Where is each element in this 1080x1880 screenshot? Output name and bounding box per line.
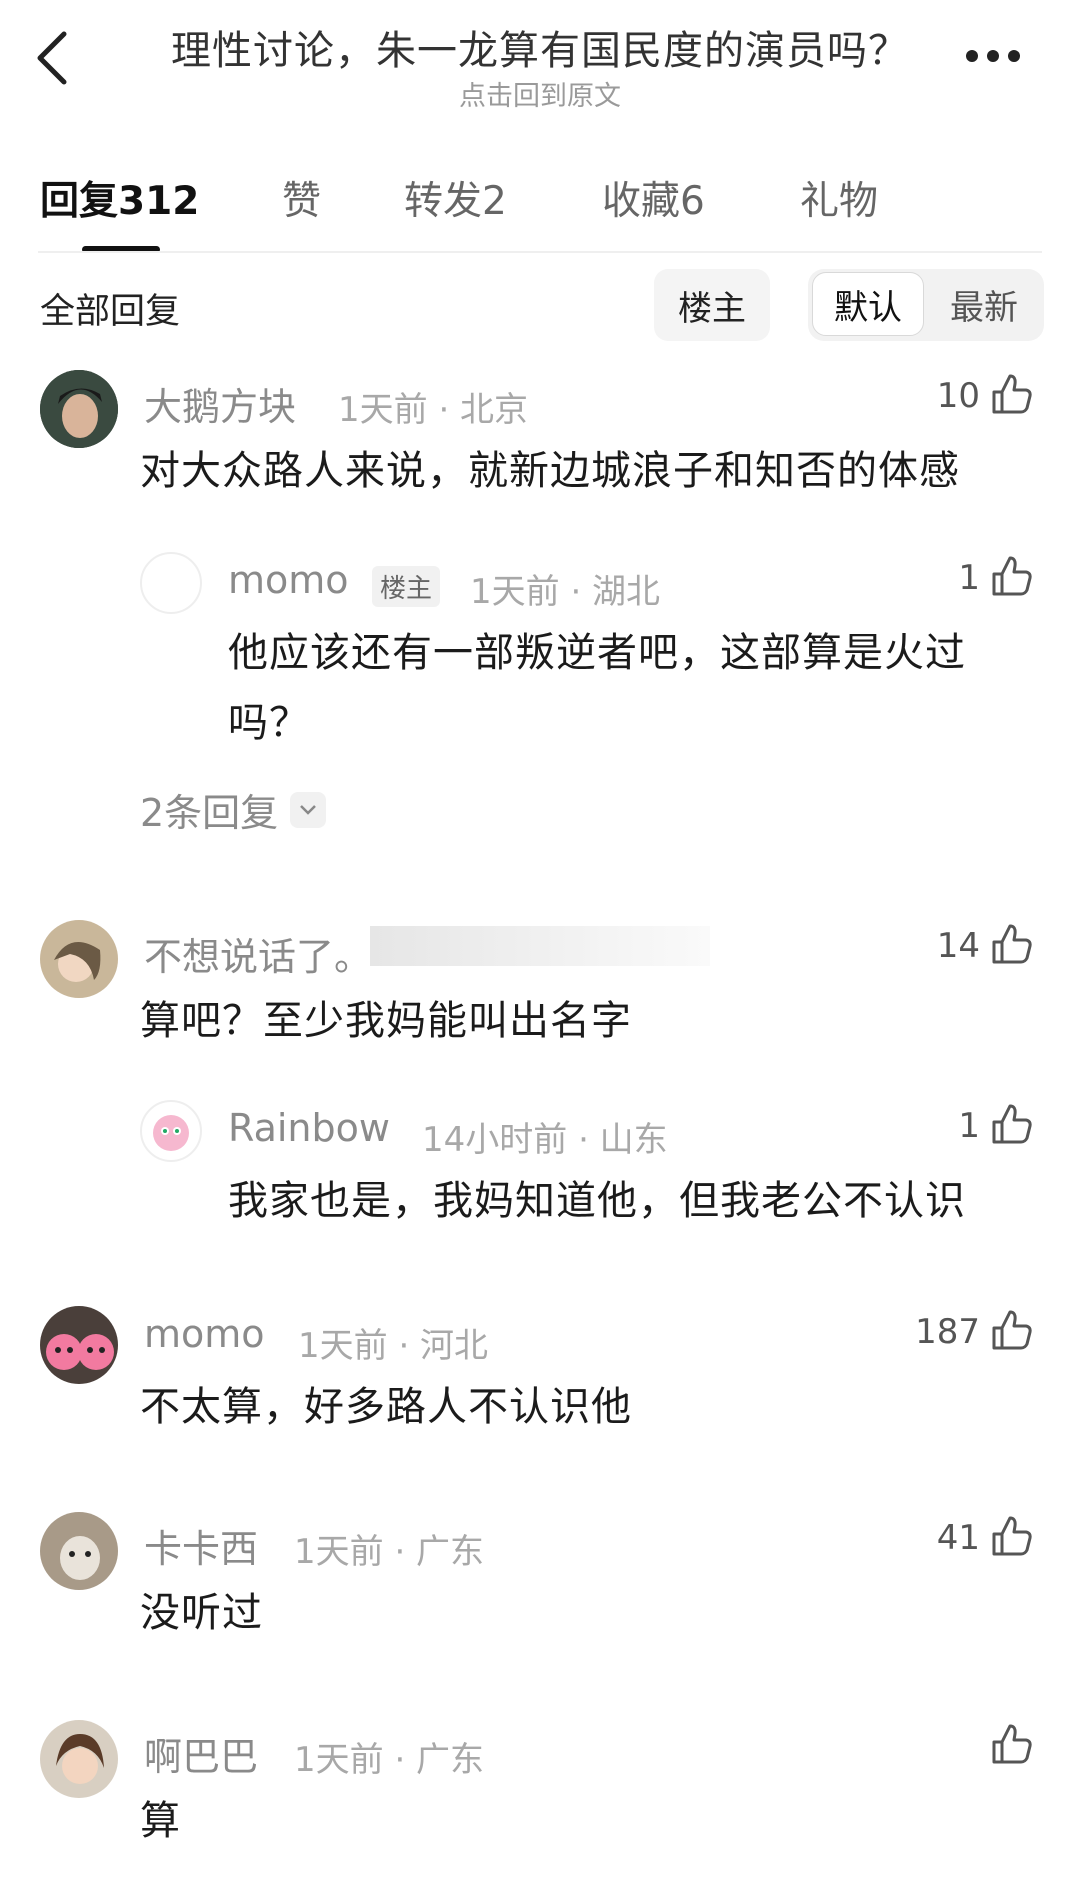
like-button[interactable] — [990, 1308, 1034, 1352]
tab-reposts[interactable]: 转发2 — [404, 170, 507, 226]
more-button[interactable] — [966, 50, 1026, 66]
like-count: 14 — [936, 926, 980, 966]
op-only-button[interactable]: 楼主 — [654, 269, 770, 341]
sort-latest-button[interactable]: 最新 — [928, 272, 1040, 336]
reply-meta: 14小时前 · 山东 — [422, 1120, 668, 1160]
reply-text: 他应该还有一部叛逆者吧，这部算是火过 — [228, 630, 966, 676]
thumbs-up-icon — [992, 924, 1032, 964]
thumbs-up-icon — [992, 1104, 1032, 1144]
divider — [38, 251, 1042, 253]
thumbs-up-icon — [992, 1516, 1032, 1556]
comment-username[interactable]: 卡卡西 — [144, 1518, 258, 1573]
thumbs-up-icon — [992, 1310, 1032, 1350]
like-button[interactable] — [990, 1102, 1034, 1146]
comment-meta: 1天前 · 广东 — [294, 1532, 485, 1572]
comment-username[interactable]: 大鹅方块 — [144, 376, 296, 431]
expand-replies-button[interactable]: 2条回复 — [140, 782, 327, 837]
comment-meta: 1天前 · 广东 — [294, 1740, 485, 1780]
comment-username[interactable]: 不想说话了。 — [144, 926, 372, 981]
like-button[interactable] — [990, 1514, 1034, 1558]
reply-text: 吗？ — [228, 700, 310, 746]
op-badge: 楼主 — [372, 566, 441, 607]
chevron-down-icon — [290, 791, 327, 828]
thumbs-up-icon — [992, 556, 1032, 596]
tab-replies[interactable]: 回复312 — [40, 170, 199, 226]
all-replies-label: 全部回复 — [40, 292, 181, 332]
comment-text: 对大众路人来说，就新边城浪子和知否的体感 — [140, 448, 960, 494]
like-count: 41 — [936, 1518, 980, 1558]
avatar[interactable] — [140, 552, 202, 614]
like-button[interactable] — [990, 372, 1034, 416]
comment-text: 算 — [140, 1798, 181, 1844]
reply-meta: 1天前 · 湖北 — [470, 572, 661, 612]
replies-count-label: 2条回复 — [140, 791, 279, 835]
avatar[interactable] — [40, 1512, 118, 1590]
comment-meta: 1天前 · 河北 — [298, 1326, 489, 1366]
tab-likes[interactable]: 赞 — [282, 170, 321, 226]
like-button[interactable] — [990, 554, 1034, 598]
blurred-meta — [370, 926, 710, 966]
thumbs-up-icon — [992, 1724, 1032, 1764]
more-dots-icon — [966, 50, 978, 62]
like-count: 10 — [936, 376, 980, 416]
like-button[interactable] — [990, 1722, 1034, 1766]
page-title: 理性讨论，朱一龙算有国民度的演员吗？ — [171, 28, 909, 74]
comment-meta: 1天前 · 北京 — [338, 390, 529, 430]
comment-username[interactable]: momo — [144, 1312, 265, 1356]
like-count: 1 — [958, 558, 980, 598]
comment-text: 不太算，好多路人不认识他 — [140, 1384, 632, 1430]
like-count: 187 — [915, 1312, 980, 1352]
avatar[interactable] — [40, 370, 118, 448]
tab-gifts[interactable]: 礼物 — [800, 170, 878, 226]
comment-text: 算吧？至少我妈能叫出名字 — [140, 998, 632, 1044]
reply-text: 我家也是，我妈知道他，但我老公不认识 — [228, 1178, 966, 1224]
sort-default-button[interactable]: 默认 — [812, 272, 924, 336]
tab-favorites[interactable]: 收藏6 — [602, 170, 705, 226]
comment-username[interactable]: 啊巴巴 — [144, 1726, 258, 1781]
like-button[interactable] — [990, 922, 1034, 966]
like-count: 1 — [958, 1106, 980, 1146]
tab-bar: 回复312 赞 转发2 收藏6 礼物 — [40, 170, 1050, 230]
reply-username[interactable]: Rainbow — [228, 1106, 390, 1150]
avatar[interactable] — [40, 1720, 118, 1798]
avatar[interactable] — [40, 1306, 118, 1384]
comment-text: 没听过 — [140, 1590, 263, 1636]
reply-username[interactable]: momo — [228, 558, 349, 602]
thumbs-up-icon — [992, 374, 1032, 414]
avatar[interactable] — [140, 1100, 202, 1162]
avatar[interactable] — [40, 920, 118, 998]
back-to-original-link[interactable]: 点击回到原文 — [0, 74, 1080, 113]
